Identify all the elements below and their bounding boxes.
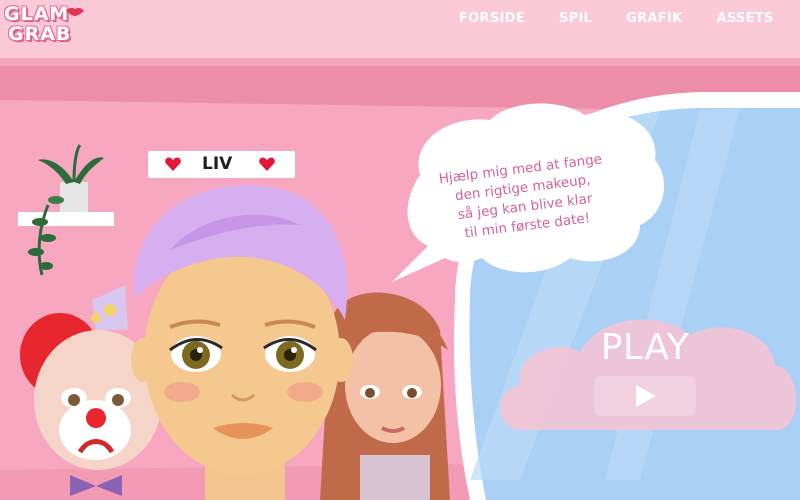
- nav-item-spil[interactable]: SPIL: [559, 11, 592, 31]
- nav-item-grafik[interactable]: GRAFIK: [626, 11, 682, 31]
- game-scene: [0, 60, 800, 500]
- girl-character-background: [320, 292, 450, 500]
- main-nav: FORSIDE SPIL GRAFIK ASSETS TE: [459, 11, 800, 31]
- heart-icon: [259, 157, 275, 171]
- heart-icon: [165, 157, 181, 171]
- play-button[interactable]: [594, 376, 696, 416]
- lips-icon: [66, 7, 84, 16]
- lives-bar: LIV: [148, 151, 295, 178]
- nav-item-forside[interactable]: FORSIDE: [459, 11, 525, 31]
- play-triangle-icon: [636, 385, 656, 407]
- logo-line2: GRAB: [8, 23, 72, 45]
- play-label: PLAY: [600, 327, 690, 368]
- nav-shadow: [0, 58, 800, 66]
- nav-item-assets[interactable]: ASSETS: [716, 11, 773, 31]
- glam-grab-logo[interactable]: GLAM GRAB: [4, 4, 88, 56]
- lives-label: LIV: [202, 154, 233, 174]
